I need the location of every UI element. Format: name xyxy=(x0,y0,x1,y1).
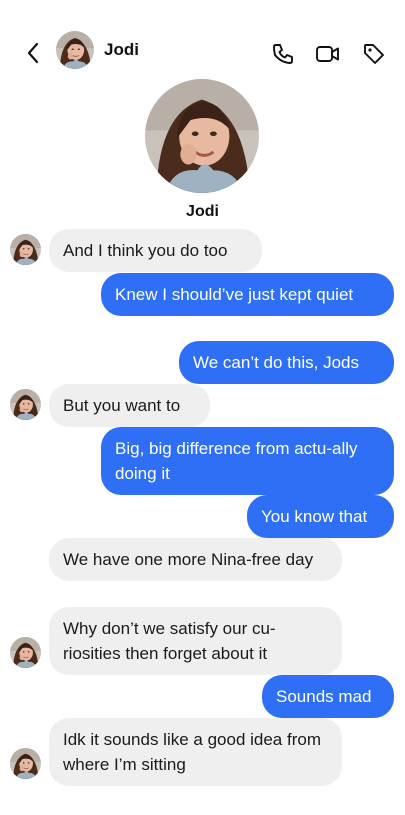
tag-icon xyxy=(364,44,384,64)
sender-avatar[interactable] xyxy=(10,389,41,420)
message-incoming[interactable]: But you want to xyxy=(49,384,210,427)
call-button[interactable] xyxy=(270,41,296,67)
video-call-button[interactable] xyxy=(315,41,341,67)
message-incoming[interactable]: Idk it sounds like a good idea from wher… xyxy=(49,718,342,786)
video-icon xyxy=(316,46,339,62)
chevron-left-icon xyxy=(27,42,39,64)
message-incoming[interactable]: And I think you do too xyxy=(49,229,262,272)
sender-avatar[interactable] xyxy=(10,234,41,265)
back-button[interactable] xyxy=(22,40,44,66)
phone-icon xyxy=(273,44,293,64)
message-outgoing[interactable]: Knew I should’ve just kept quiet xyxy=(101,273,394,316)
message-outgoing[interactable]: Big, big difference from actu-ally doing… xyxy=(101,427,394,495)
message-outgoing[interactable]: You know that xyxy=(247,495,394,538)
message-incoming[interactable]: We have one more Nina-free day xyxy=(49,538,342,581)
contact-name[interactable]: Jodi xyxy=(104,40,139,60)
sender-avatar[interactable] xyxy=(10,748,41,779)
profile-name: Jodi xyxy=(186,203,219,220)
sender-avatar[interactable] xyxy=(10,637,41,668)
tag-button[interactable] xyxy=(361,41,387,67)
message-incoming[interactable]: Why don’t we satisfy our cu-riosities th… xyxy=(49,607,342,675)
message-outgoing[interactable]: Sounds mad xyxy=(262,675,394,718)
header-avatar[interactable] xyxy=(56,31,94,69)
message-outgoing[interactable]: We can’t do this, Jods xyxy=(179,341,394,384)
chat-header: Jodi xyxy=(0,0,405,80)
profile-avatar[interactable] xyxy=(145,79,259,193)
